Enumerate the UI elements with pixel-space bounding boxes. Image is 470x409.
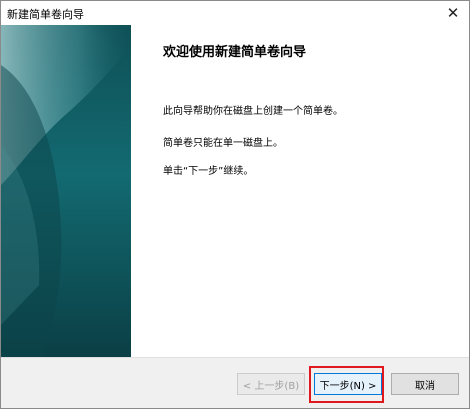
wizard-footer: < 上一步(B) 下一步(N) > 取消 (1, 358, 469, 408)
side-banner-graphic (1, 25, 131, 357)
window-title: 新建简单卷向导 (7, 8, 84, 21)
cancel-button[interactable]: 取消 (391, 373, 459, 395)
next-button[interactable]: 下一步(N) > (314, 373, 382, 395)
wizard-main-area: 欢迎使用新建简单卷向导 此向导帮助你在磁盘上创建一个简单卷。 简单卷只能在单一磁… (131, 25, 469, 357)
wizard-instruction: 单击“下一步”继续。 (163, 166, 254, 177)
close-icon: ✕ (446, 4, 460, 22)
wizard-note: 简单卷只能在单一磁盘上。 (163, 138, 283, 149)
wizard-description: 此向导帮助你在磁盘上创建一个简单卷。 (163, 106, 343, 117)
wizard-window: 新建简单卷向导 ✕ 欢迎使用新建简单卷向导 此向导帮助你在磁盘上创建一个简单卷。… (0, 0, 470, 409)
wizard-content: 欢迎使用新建简单卷向导 此向导帮助你在磁盘上创建一个简单卷。 简单卷只能在单一磁… (1, 25, 469, 357)
title-bar: 新建简单卷向导 ✕ (1, 1, 469, 25)
wizard-side-banner (1, 25, 131, 357)
wizard-heading: 欢迎使用新建简单卷向导 (163, 45, 307, 60)
close-button[interactable]: ✕ (437, 1, 469, 25)
back-button[interactable]: < 上一步(B) (237, 373, 305, 395)
